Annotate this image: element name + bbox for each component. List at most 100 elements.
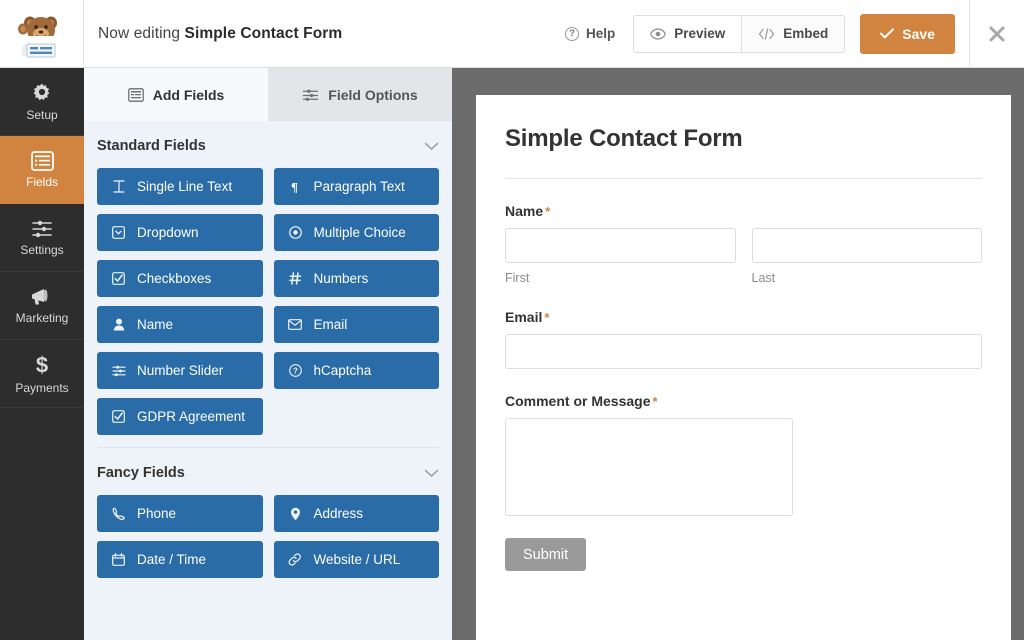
field-button-number-slider[interactable]: Number Slider [97, 352, 263, 389]
form-builder-app: Now editing Simple Contact Form ? Help P… [0, 0, 1024, 640]
name-last-col: Last [751, 228, 982, 285]
svg-text:¶: ¶ [291, 180, 298, 193]
sidebar-item-setup[interactable]: Setup [0, 68, 84, 136]
field-label: Single Line Text [137, 179, 233, 194]
field-label: Phone [137, 506, 177, 521]
link-icon [288, 553, 303, 566]
editing-prefix: Now editing [98, 24, 181, 42]
name-first-input[interactable] [505, 228, 736, 263]
sidebar-label-fields: Fields [25, 174, 58, 189]
label-text: Comment or Message [505, 393, 651, 409]
section-divider [97, 447, 439, 448]
section-title-fancy-fields: Fancy Fields [97, 465, 185, 481]
panel-tabs: Add Fields Field Options [84, 68, 452, 121]
chevron-down-icon[interactable] [424, 469, 439, 478]
sidebar-label-marketing: Marketing [15, 310, 69, 325]
field-button-gdpr-agreement[interactable]: GDPR Agreement [97, 398, 263, 435]
save-button[interactable]: Save [860, 13, 955, 54]
field-button-date-time[interactable]: Date / Time [97, 541, 263, 578]
form-field-email[interactable]: Email * [505, 309, 982, 369]
field-button-numbers[interactable]: Numbers [273, 260, 439, 297]
field-label: Address [313, 506, 364, 521]
field-label: hCaptcha [313, 363, 372, 378]
form-card: Simple Contact Form Name * First Last Em… [476, 95, 1011, 640]
wpforms-bear-mascot-icon [17, 16, 60, 57]
sidebar-item-settings[interactable]: Settings [0, 204, 84, 272]
field-label: Email [313, 317, 348, 332]
add-fields-panel: Add Fields Field Options Standard Fields [84, 68, 452, 640]
submit-button[interactable]: Submit [505, 538, 587, 571]
name-last-input[interactable] [751, 228, 982, 263]
field-label-comment: Comment or Message * [505, 393, 982, 409]
eye-icon [650, 27, 667, 40]
label-text: Name [505, 203, 544, 219]
dropdown-icon [111, 226, 126, 239]
svg-text:?: ? [293, 367, 298, 376]
panel-list-icon [127, 87, 144, 102]
field-button-checkboxes[interactable]: Checkboxes [97, 260, 263, 297]
field-button-email[interactable]: Email [273, 306, 439, 343]
embed-button[interactable]: Embed [741, 15, 845, 52]
builder-sidebar: Setup Fields Settings Marketing $ Paymen… [0, 68, 84, 640]
chevron-down-icon[interactable] [424, 142, 439, 151]
name-first-col: First [505, 228, 736, 285]
field-button-hcaptcha[interactable]: ? hCaptcha [273, 352, 439, 389]
section-header-fancy-fields[interactable]: Fancy Fields [97, 451, 439, 495]
close-builder-button[interactable] [969, 0, 1024, 68]
checkbox-icon [111, 272, 126, 285]
gear-icon [33, 83, 50, 100]
sidebar-label-payments: Payments [15, 380, 69, 395]
field-label: Checkboxes [137, 271, 212, 286]
section-header-standard-fields[interactable]: Standard Fields [97, 124, 439, 168]
field-button-single-line-text[interactable]: Single Line Text [97, 168, 263, 205]
tab-field-options[interactable]: Field Options [268, 68, 452, 121]
field-button-dropdown[interactable]: Dropdown [97, 214, 263, 251]
close-icon [989, 26, 1005, 41]
page-title: Now editing Simple Contact Form [98, 25, 342, 43]
checkbox-icon [111, 410, 126, 423]
app-header: Now editing Simple Contact Form ? Help P… [0, 0, 1024, 68]
field-button-address[interactable]: Address [273, 495, 439, 532]
tab-add-fields[interactable]: Add Fields [84, 68, 268, 121]
section-title-standard-fields: Standard Fields [97, 138, 206, 154]
sidebar-label-setup: Setup [26, 107, 58, 122]
help-button[interactable]: ? Help [549, 26, 631, 41]
field-button-phone[interactable]: Phone [97, 495, 263, 532]
tab-label-field-options: Field Options [328, 86, 418, 103]
sublabel-first: First [505, 271, 530, 285]
title-divider [505, 178, 982, 179]
field-label: Multiple Choice [313, 225, 406, 240]
email-input[interactable] [505, 334, 982, 369]
field-label: Date / Time [137, 552, 207, 567]
label-text: Email [505, 309, 543, 325]
calendar-icon [111, 553, 126, 566]
comment-textarea[interactable] [505, 418, 793, 516]
preview-button[interactable]: Preview [634, 15, 742, 52]
field-label: Number Slider [137, 363, 224, 378]
sidebar-item-fields[interactable]: Fields [0, 136, 84, 204]
form-preview-area: Simple Contact Form Name * First Last Em… [452, 68, 1024, 640]
check-icon [880, 28, 895, 39]
sidebar-item-marketing[interactable]: Marketing [0, 272, 84, 340]
user-icon [111, 318, 126, 331]
embed-label: Embed [783, 26, 829, 41]
sliders-icon [111, 365, 126, 377]
dollar-icon: $ [36, 353, 48, 377]
field-label-email: Email * [505, 309, 982, 325]
field-button-website-url[interactable]: Website / URL [273, 541, 439, 578]
sidebar-item-payments[interactable]: $ Payments [0, 340, 84, 408]
tab-label-add-fields: Add Fields [152, 86, 225, 103]
field-label: Name [137, 317, 174, 332]
map-pin-icon [288, 507, 303, 521]
form-field-name[interactable]: Name * First Last [505, 203, 982, 285]
save-label: Save [902, 25, 935, 42]
standard-fields-grid: Single Line Text ¶ Paragraph Text Dropdo… [97, 168, 439, 439]
required-asterisk: * [544, 310, 550, 325]
form-field-comment[interactable]: Comment or Message * [505, 393, 982, 516]
field-button-multiple-choice[interactable]: Multiple Choice [273, 214, 439, 251]
code-icon [759, 27, 775, 40]
field-button-paragraph-text[interactable]: ¶ Paragraph Text [273, 168, 439, 205]
field-button-name[interactable]: Name [97, 306, 263, 343]
field-label-name: Name * [505, 203, 982, 219]
editing-form-name: Simple Contact Form [184, 24, 343, 42]
